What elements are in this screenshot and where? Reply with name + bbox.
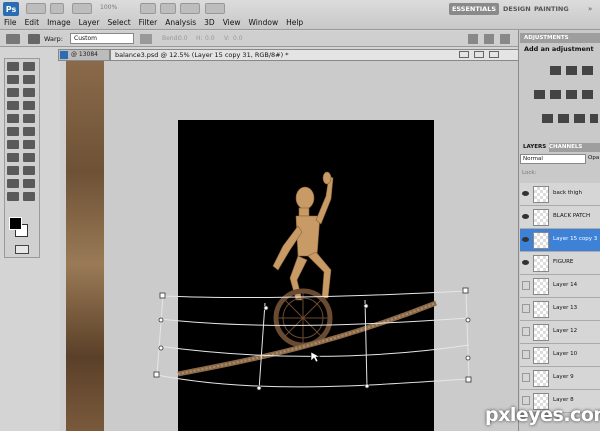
- layer-row[interactable]: Layer 10: [520, 344, 600, 367]
- layer-thumbnail: [533, 278, 549, 295]
- selective-color-icon[interactable]: [590, 114, 598, 123]
- warp-overlay: [153, 171, 472, 391]
- curves-icon[interactable]: [582, 66, 593, 75]
- posterize-icon[interactable]: [558, 114, 569, 123]
- gradient-map-icon[interactable]: [574, 114, 585, 123]
- layer-name: Layer 9: [553, 374, 574, 380]
- brightness-icon[interactable]: [550, 66, 561, 75]
- layer-name: Layer 10: [553, 351, 578, 357]
- invert-icon[interactable]: [542, 114, 553, 123]
- visibility-toggle[interactable]: [522, 373, 530, 382]
- lock-label: Lock:: [522, 170, 537, 176]
- visibility-toggle[interactable]: [522, 350, 530, 359]
- eye-icon[interactable]: [522, 237, 529, 242]
- layer-name: Layer 14: [553, 282, 578, 288]
- layer-row[interactable]: Layer 9: [520, 367, 600, 390]
- layer-row[interactable]: Layer 13: [520, 298, 600, 321]
- layer-name: back thigh: [553, 190, 582, 196]
- adjustments-tab[interactable]: ADJUSTMENTS: [520, 33, 600, 43]
- warp-handles[interactable]: [153, 287, 472, 391]
- black-white-icon[interactable]: [582, 90, 593, 99]
- color-balance-icon[interactable]: [566, 90, 577, 99]
- unicycle-wheel: [273, 288, 333, 348]
- adjustments-heading: Add an adjustment: [524, 45, 594, 53]
- watermark: pxleyes.com: [485, 404, 600, 426]
- layer-name: Layer 13: [553, 305, 578, 311]
- visibility-toggle[interactable]: [522, 304, 530, 313]
- layer-thumbnail: [533, 209, 549, 226]
- layer-name: Layer 12: [553, 328, 578, 334]
- layer-thumbnail: [533, 232, 549, 249]
- layer-thumbnail: [533, 255, 549, 272]
- layer-thumbnail: [533, 186, 549, 203]
- blend-mode-select[interactable]: Normal: [520, 154, 586, 164]
- layer-row[interactable]: Layer 12: [520, 321, 600, 344]
- opacity-label: Opa: [588, 155, 600, 161]
- mannequin-figure: [272, 171, 334, 301]
- hue-saturation-icon[interactable]: [550, 90, 561, 99]
- eye-icon[interactable]: [522, 214, 529, 219]
- layer-name: FIGURE: [553, 259, 574, 265]
- layer-thumbnail: [533, 301, 549, 318]
- layer-thumbnail: [533, 370, 549, 387]
- cursor-icon: [310, 351, 322, 363]
- levels-icon[interactable]: [566, 66, 577, 75]
- layer-name: Layer 15 copy 3: [553, 236, 598, 242]
- tab-layers[interactable]: LAYERS: [520, 143, 550, 152]
- layer-name: BLACK PATCH: [553, 213, 591, 219]
- layer-row[interactable]: FIGURE: [520, 252, 600, 275]
- vibrance-icon[interactable]: [534, 90, 545, 99]
- eye-icon[interactable]: [522, 260, 529, 265]
- layer-row[interactable]: BLACK PATCH: [520, 206, 600, 229]
- visibility-toggle[interactable]: [522, 327, 530, 336]
- layer-thumbnail: [533, 324, 549, 341]
- layer-row[interactable]: back thigh: [520, 183, 600, 206]
- layer-thumbnail: [533, 347, 549, 364]
- layer-row[interactable]: Layer 15 copy 3: [520, 229, 600, 252]
- layer-name: Layer 8: [553, 397, 574, 403]
- layer-row[interactable]: Layer 14: [520, 275, 600, 298]
- visibility-toggle[interactable]: [522, 281, 530, 290]
- eye-icon[interactable]: [522, 191, 529, 196]
- tab-channels[interactable]: CHANNELS: [549, 143, 582, 152]
